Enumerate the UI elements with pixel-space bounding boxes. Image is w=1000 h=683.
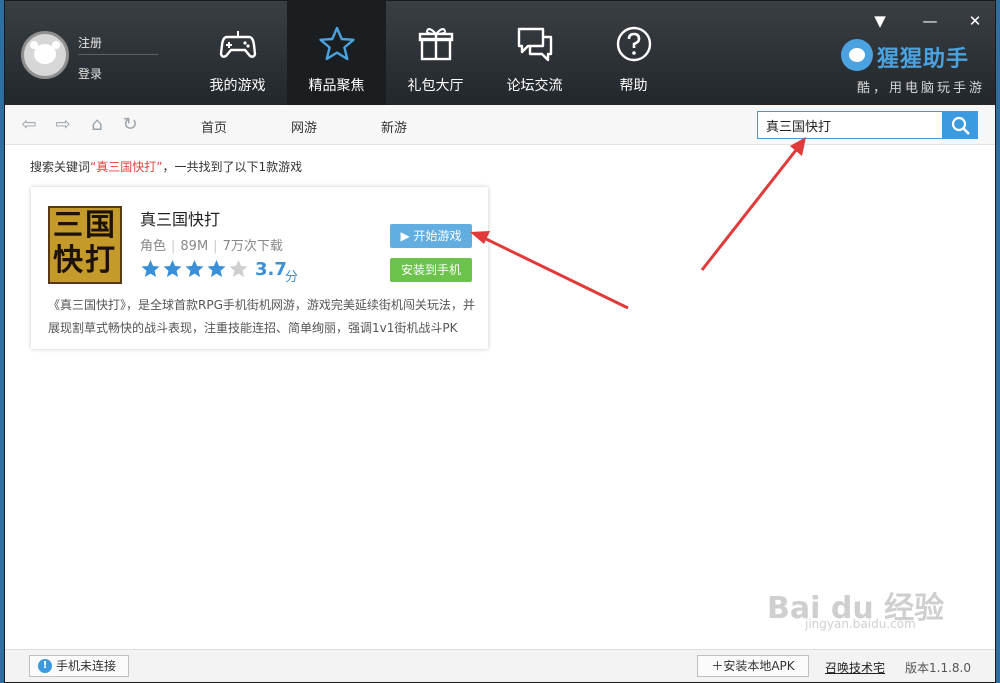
rating-value: 3.7 bbox=[255, 259, 287, 280]
nav-label: 礼包大厅 bbox=[407, 78, 464, 94]
watermark-url: jingyan.baidu.com bbox=[805, 617, 916, 631]
game-icon[interactable]: 三国 快打 bbox=[48, 206, 122, 284]
star-filled-icon bbox=[185, 260, 204, 277]
star-icon bbox=[318, 25, 356, 63]
search-icon bbox=[951, 116, 970, 135]
nav-featured[interactable]: 精品聚焦 bbox=[287, 1, 386, 105]
game-downloads: 7万次下载 bbox=[222, 239, 283, 254]
search-button[interactable] bbox=[943, 111, 978, 139]
nav-my-games[interactable]: 我的游戏 bbox=[188, 1, 287, 105]
tab-home[interactable]: 首页 bbox=[201, 117, 227, 136]
summon-tech-link[interactable]: 召唤技术宅 bbox=[825, 659, 885, 676]
toolbar: ⇦ ⇨ ⌂ ↻ 首页 网游 新游 bbox=[5, 105, 995, 145]
home-icon[interactable]: ⌂ bbox=[87, 115, 107, 135]
star-empty-icon bbox=[229, 260, 248, 277]
star-filled-icon bbox=[207, 260, 226, 277]
nav-forum[interactable]: 论坛交流 bbox=[485, 1, 584, 105]
help-icon bbox=[615, 25, 653, 63]
refresh-icon[interactable]: ↻ bbox=[120, 115, 140, 135]
gamepad-icon bbox=[219, 25, 257, 63]
close-icon[interactable]: ✕ bbox=[962, 11, 988, 31]
version-label: 版本1.1.8.0 bbox=[905, 661, 971, 675]
nav-label: 论坛交流 bbox=[506, 78, 563, 94]
game-category: 角色 bbox=[140, 239, 167, 254]
user-divider bbox=[78, 54, 158, 55]
rating-unit: 分 bbox=[285, 270, 299, 285]
register-link[interactable]: 注册 bbox=[78, 34, 102, 51]
star-rating bbox=[140, 259, 250, 281]
back-icon[interactable]: ⇦ bbox=[19, 115, 39, 135]
game-icon-text: 三国 快打 bbox=[53, 208, 117, 278]
minimize-icon[interactable]: — bbox=[917, 11, 943, 31]
info-icon: ! bbox=[38, 659, 52, 673]
summary-prefix: 搜索关键词 bbox=[30, 160, 91, 174]
search-input[interactable] bbox=[757, 111, 943, 139]
tab-online-games[interactable]: 网游 bbox=[291, 117, 317, 136]
star-filled-icon bbox=[141, 260, 160, 277]
monkey-logo-icon bbox=[841, 39, 873, 71]
star-filled-icon bbox=[163, 260, 182, 277]
summary-keyword: “真三国快打” bbox=[90, 160, 163, 174]
game-card: 三国 快打 真三国快打 角色 | 89M | 7万次下载 3.7 分 ▶ 开始游戏 安装到… bbox=[31, 187, 488, 349]
chat-icon bbox=[516, 25, 554, 63]
monkey-avatar-icon bbox=[30, 41, 60, 64]
game-meta: 角色 | 89M | 7万次下载 bbox=[140, 239, 283, 254]
game-title[interactable]: 真三国快打 bbox=[140, 206, 220, 230]
brand-slogan: 酷，用电脑玩手游 bbox=[857, 81, 986, 96]
gift-icon bbox=[417, 25, 455, 63]
game-description: 《真三国快打》，是全球首款RPG手机街机网游，游戏完美延续街机闯关玩法，并展现割… bbox=[48, 298, 475, 335]
nav-label: 精品聚焦 bbox=[308, 78, 365, 94]
nav-label: 帮助 bbox=[619, 78, 648, 94]
install-to-phone-button[interactable]: 安装到手机 bbox=[390, 258, 472, 282]
nav-gift-hall[interactable]: 礼包大厅 bbox=[386, 1, 485, 105]
avatar[interactable] bbox=[21, 31, 69, 79]
login-link[interactable]: 登录 bbox=[78, 65, 102, 82]
brand-logo: 猩猩助手 bbox=[841, 39, 991, 72]
install-local-apk-button[interactable]: ＋安装本地APK bbox=[697, 655, 809, 677]
header-bar: 注册 登录 我的游戏 精品聚焦 礼包大厅 论坛交流 帮助 ▼ — ✕ 猩猩助手 … bbox=[5, 1, 995, 105]
nav-help[interactable]: 帮助 bbox=[584, 1, 683, 105]
tab-new-games[interactable]: 新游 bbox=[381, 117, 407, 136]
menu-dropdown-icon[interactable]: ▼ bbox=[867, 11, 893, 31]
phone-status-label: 手机未连接 bbox=[56, 659, 117, 673]
game-size: 89M bbox=[180, 239, 209, 254]
start-game-button[interactable]: ▶ 开始游戏 bbox=[390, 224, 472, 248]
brand-name: 猩猩助手 bbox=[877, 47, 970, 72]
forward-icon[interactable]: ⇨ bbox=[53, 115, 73, 135]
nav-label: 我的游戏 bbox=[209, 78, 266, 94]
summary-suffix: ，一共找到了以下1款游戏 bbox=[162, 160, 303, 174]
search-result-summary: 搜索关键词“真三国快打”，一共找到了以下1款游戏 bbox=[30, 158, 302, 175]
status-bar: ! 手机未连接 ＋安装本地APK 召唤技术宅 版本1.1.8.0 bbox=[5, 649, 995, 682]
app-window: 注册 登录 我的游戏 精品聚焦 礼包大厅 论坛交流 帮助 ▼ — ✕ 猩猩助手 … bbox=[4, 0, 996, 683]
phone-connection-status[interactable]: ! 手机未连接 bbox=[29, 655, 129, 677]
